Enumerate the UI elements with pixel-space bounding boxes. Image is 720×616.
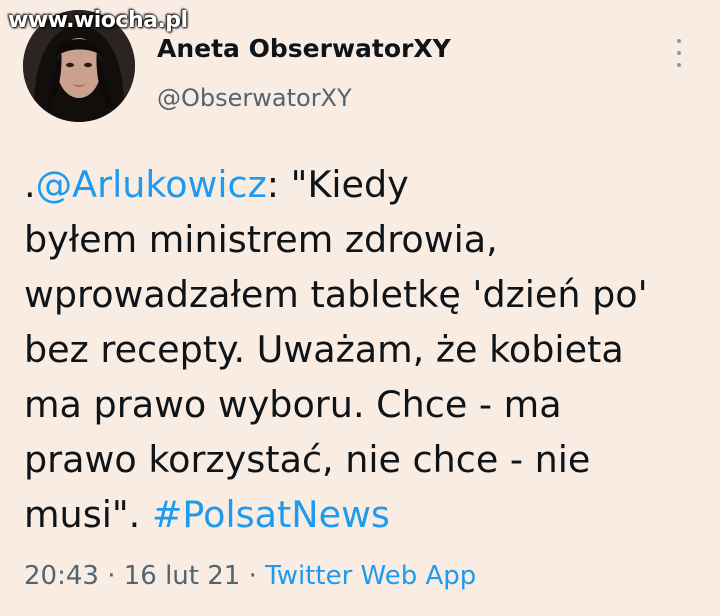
tweet-line: .@Arlukowicz: "Kiedy [24,157,696,212]
tweet-meta: 20:43 · 16 lut 21 · Twitter Web App [24,561,476,591]
more-vertical-icon-dot [677,51,681,55]
tweet-line: musi". #PolsatNews [24,487,696,542]
tweet-time[interactable]: 20:43 [24,561,99,591]
more-vertical-icon-dot [677,63,681,67]
tweet-text: .@Arlukowicz: "Kiedy byłem ministrem zdr… [24,157,696,542]
tweet-prefix: . [24,163,36,206]
tweet-line-text: : "Kiedy [266,163,409,206]
tweet-line: prawo korzystać, nie chce - nie [24,438,591,481]
author-handle[interactable]: @ObserwatorXY [157,84,352,112]
tweet-line: wprowadzałem tabletkę 'dzień po' [24,273,648,316]
mention-link[interactable]: @Arlukowicz [36,163,267,206]
meta-separator: · [98,561,124,591]
hashtag-link[interactable]: #PolsatNews [152,493,390,536]
more-vertical-icon [677,39,681,43]
tweet-source-link[interactable]: Twitter Web App [265,561,476,591]
tweet-line: byłem ministrem zdrowia, [24,218,498,261]
watermark: www.wiocha.pl [8,8,188,33]
author-display-name[interactable]: Aneta ObserwatorXY [157,34,451,63]
more-options-button[interactable] [666,36,692,70]
tweet-line: bez recepty. Uważam, że kobieta [24,328,624,371]
tweet-line: ma prawo wyboru. Chce - ma [24,383,562,426]
tweet-line-text: musi". [24,493,152,536]
tweet-date[interactable]: 16 lut 21 [124,561,241,591]
meta-separator: · [240,561,266,591]
